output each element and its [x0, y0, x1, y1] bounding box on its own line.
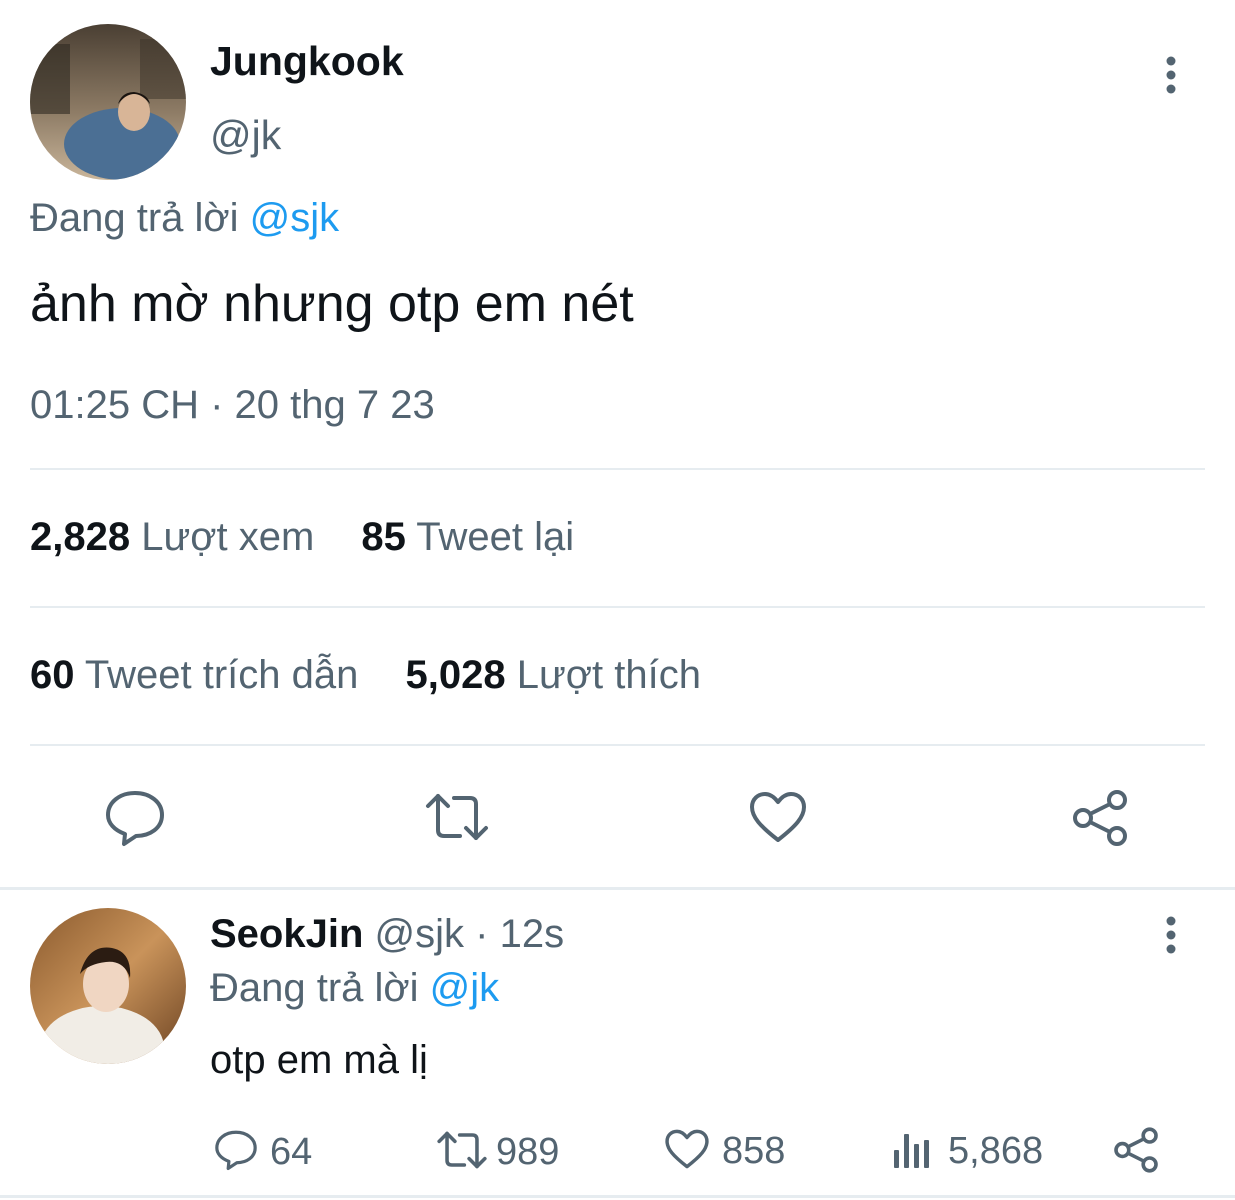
retweet-icon — [436, 1128, 488, 1177]
reply-replying-to: Đang trả lời @jk — [210, 966, 499, 1011]
quotes-label: Tweet trích dẫn — [84, 653, 359, 697]
views-stat[interactable]: 2,828 Lượt xem — [30, 515, 325, 559]
views-label: Lượt xem — [141, 515, 315, 559]
retweets-count: 85 — [361, 515, 406, 559]
likes-stat[interactable]: 5,028 Lượt thích — [406, 653, 701, 697]
comment-icon — [214, 1128, 258, 1177]
reply-text: otp em mà lị — [210, 1038, 428, 1082]
reply-replies-count: 64 — [270, 1131, 313, 1173]
reply-author-name[interactable]: SeokJin — [210, 912, 363, 956]
tweet-text: ảnh mờ nhưng otp em nét — [30, 275, 634, 333]
author-handle[interactable]: @jk — [210, 112, 281, 159]
bottom-separator — [0, 1195, 1235, 1198]
reply-replies-action[interactable]: 64 — [214, 1128, 312, 1177]
reply-replying-to-label: Đang trả lời — [210, 966, 419, 1010]
divider — [30, 468, 1205, 470]
likes-count: 5,028 — [405, 653, 506, 697]
reply-views-count: 5,868 — [948, 1130, 1044, 1172]
author-avatar[interactable] — [30, 24, 186, 180]
views-chart-icon — [892, 1128, 934, 1175]
divider — [30, 606, 1205, 608]
replying-to-label: Đang trả lời — [30, 196, 239, 240]
reply-likes-count: 858 — [722, 1130, 786, 1172]
like-icon[interactable] — [748, 790, 808, 844]
reply-header: SeokJin @sjk · 12s — [210, 912, 564, 957]
replying-to-handle[interactable]: @sjk — [250, 196, 340, 240]
reply-retweets-action[interactable]: 989 — [436, 1128, 559, 1177]
heart-icon — [664, 1128, 710, 1175]
tweet-timestamp[interactable]: 01:25 CH · 20 thg 7 23 — [30, 383, 435, 428]
more-options-icon[interactable] — [1160, 56, 1182, 96]
stats-row-1: 2,828 Lượt xem 85 Tweet lại — [30, 515, 574, 560]
reply-share-icon[interactable] — [1112, 1126, 1160, 1174]
retweets-label: Tweet lại — [416, 515, 575, 559]
retweets-stat[interactable]: 85 Tweet lại — [361, 515, 574, 559]
views-count: 2,828 — [30, 515, 131, 559]
quotes-count: 60 — [30, 653, 75, 697]
reply-time-ago[interactable]: · 12s — [475, 912, 564, 956]
author-name[interactable]: Jungkook — [210, 38, 404, 85]
quotes-stat[interactable]: 60 Tweet trích dẫn — [30, 653, 370, 697]
share-icon[interactable] — [1070, 788, 1130, 848]
replying-to: Đang trả lời @sjk — [30, 196, 339, 241]
reply-author-avatar[interactable] — [30, 908, 186, 1064]
reply-views-action[interactable]: 5,868 — [892, 1128, 1043, 1175]
reply-retweets-count: 989 — [496, 1131, 560, 1173]
reply-icon[interactable] — [104, 788, 166, 848]
retweet-icon[interactable] — [424, 790, 490, 844]
reply-replying-to-handle[interactable]: @jk — [430, 966, 500, 1010]
likes-label: Lượt thích — [516, 653, 701, 697]
thread-separator — [0, 887, 1235, 890]
reply-likes-action[interactable]: 858 — [664, 1128, 785, 1175]
reply-author-handle[interactable]: @sjk — [375, 912, 465, 956]
reply-more-options-icon[interactable] — [1160, 916, 1182, 956]
divider — [30, 744, 1205, 746]
stats-row-2: 60 Tweet trích dẫn 5,028 Lượt thích — [30, 653, 701, 698]
